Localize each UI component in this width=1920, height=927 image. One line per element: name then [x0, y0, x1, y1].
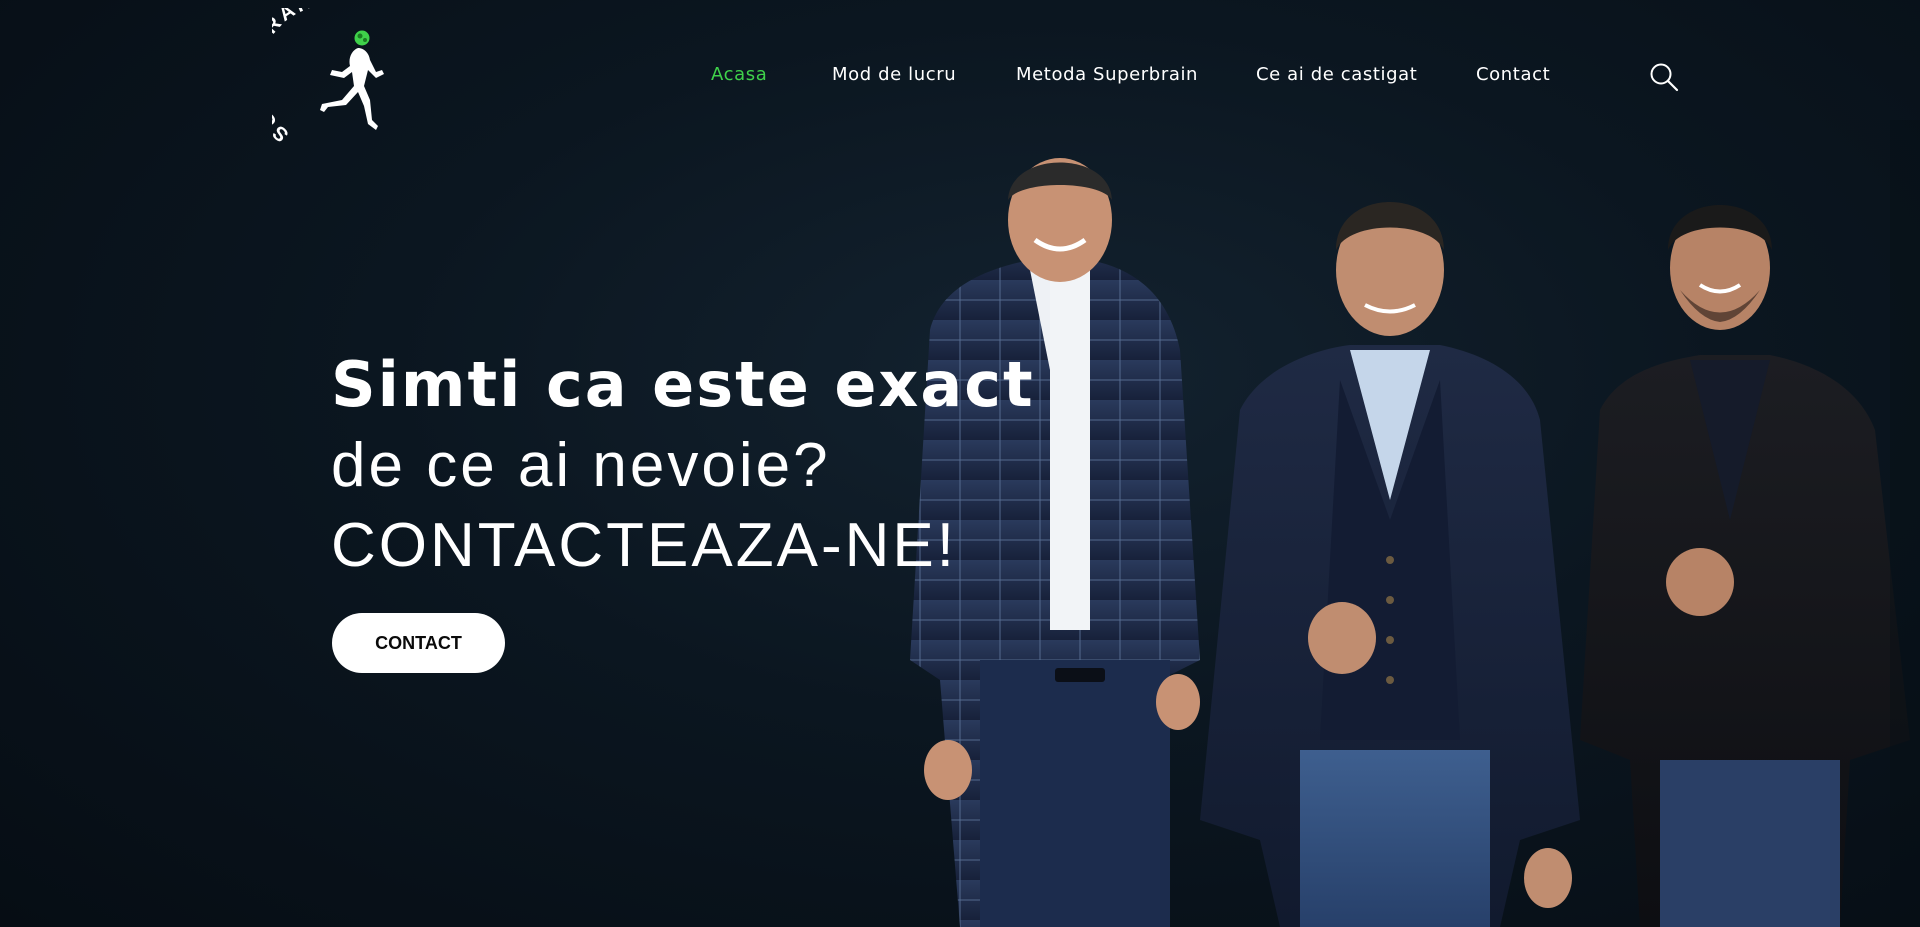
- hero-subtitle: de ce ai nevoie?: [331, 431, 831, 500]
- page: SUPER BRAIN Acasa Mod de lucru Metoda Su…: [0, 0, 1920, 927]
- nav-item-metoda-superbrain[interactable]: Metoda Superbrain: [1016, 64, 1198, 85]
- nav-item-acasa[interactable]: Acasa: [711, 64, 767, 85]
- hero-call-to-action-text: CONTACTEAZA-NE!: [331, 511, 957, 580]
- nav-item-ce-ai-de-castigat[interactable]: Ce ai de castigat: [1256, 64, 1417, 85]
- logo[interactable]: SUPER BRAIN: [272, 8, 402, 153]
- logo-text: SUPER BRAIN: [272, 8, 325, 146]
- brain-icon: [354, 30, 370, 46]
- nav-item-mod-de-lucru[interactable]: Mod de lucru: [832, 64, 956, 85]
- search-icon[interactable]: [1649, 62, 1679, 92]
- team-photo: [910, 120, 1920, 927]
- running-man-brain-icon: [320, 48, 384, 130]
- hero-title: Simti ca este exact: [331, 348, 1035, 421]
- person-center: [1200, 202, 1580, 927]
- contact-button[interactable]: CONTACT: [332, 613, 505, 673]
- person-right: [1580, 205, 1910, 927]
- nav-item-contact[interactable]: Contact: [1476, 64, 1550, 85]
